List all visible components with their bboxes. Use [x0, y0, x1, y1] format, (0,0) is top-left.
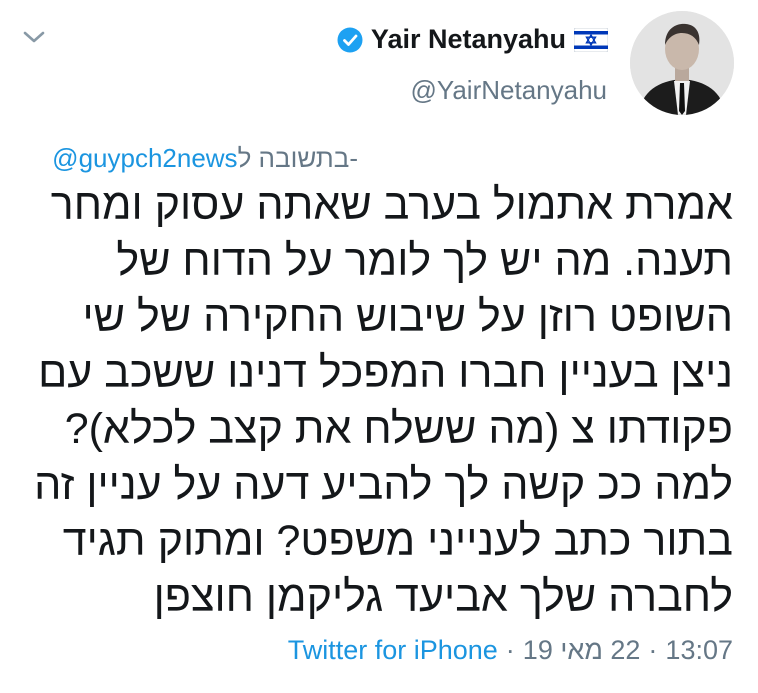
tweet-text-line: אמרת אתמול בערב שאתה עסוק ומחר — [50, 181, 733, 229]
reply-context: @guypch2newsבתשובה ל- — [52, 143, 358, 174]
israel-flag-icon — [574, 27, 608, 52]
tweet-date[interactable]: 22 מאי 19 — [523, 635, 641, 666]
tweet-text-line: בתור כתב לענייני משפט? ומתוק תגיד — [62, 517, 733, 565]
tweet-text-line: פקודתו צ (מה ששלח את קצב לכלא)? — [64, 405, 733, 453]
reply-prefix: בתשובה ל- — [237, 143, 358, 173]
tweet-text-line: תענה. מה יש לך לומר על הדוח של — [116, 237, 733, 285]
verified-badge-icon — [337, 27, 363, 53]
tweet-text-line: השופט רוזן על שיבוש החקירה של שי — [82, 293, 733, 341]
tweet-text-line: לחברה שלך אביעד גליקמן חוצפן — [153, 573, 733, 621]
footer-separator: · — [648, 635, 658, 665]
reply-mention-link[interactable]: @guypch2news — [52, 143, 237, 173]
tweet-text-line: למה ככ קשה לך להביע דעה על עניין זה — [34, 461, 733, 509]
tweet-text: אמרת אתמול בערב שאתה עסוק ומחר תענה. מה … — [13, 177, 733, 625]
tweet-source-link[interactable]: Twitter for iPhone — [288, 635, 498, 666]
tweet-footer: Twitter for iPhone · 22 מאי 19 · 13:07 — [288, 635, 733, 666]
tweet-text-line: ניצן בעניין חברו המפכל דנינו ששכב עם — [38, 349, 733, 397]
tweet-time[interactable]: 13:07 — [665, 635, 733, 666]
tweet-card: Yair Netanyahu @YairNetanyahu @guypch2ne… — [0, 0, 758, 693]
author-handle[interactable]: @YairNetanyahu — [411, 75, 607, 106]
avatar[interactable] — [630, 11, 734, 115]
author-name-row[interactable]: Yair Netanyahu — [337, 24, 608, 55]
footer-separator: · — [505, 635, 515, 665]
chevron-down-icon[interactable] — [22, 28, 46, 46]
author-display-name: Yair Netanyahu — [370, 24, 566, 54]
